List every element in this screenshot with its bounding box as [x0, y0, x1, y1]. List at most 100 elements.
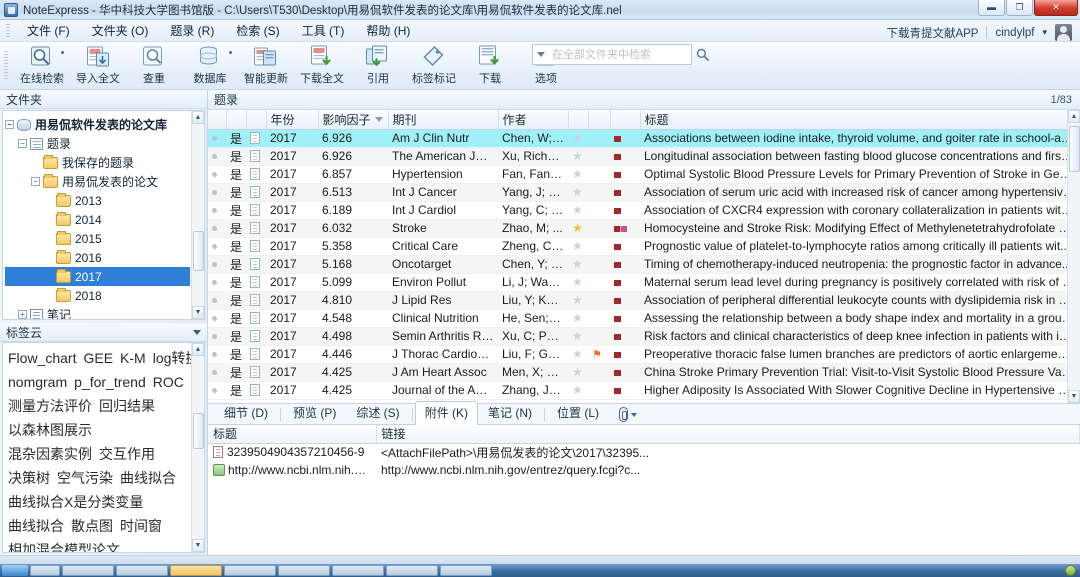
color-marker-icon[interactable] [610, 381, 640, 399]
color-marker-icon[interactable] [610, 129, 640, 147]
color-marker-icon[interactable] [610, 165, 640, 183]
scroll-up-arrow[interactable]: ▲ [192, 111, 204, 124]
search-scope-dropdown-icon[interactable] [537, 52, 545, 57]
detail-tab[interactable]: 预览 (P) [283, 401, 346, 424]
records-scroll-down-arrow[interactable]: ▼ [1068, 390, 1080, 403]
toolbar-button-find-duplicates[interactable]: 查重 [126, 43, 182, 89]
toolbar-button-database[interactable]: 数据库 [182, 43, 238, 89]
star-icon[interactable]: ★ [568, 345, 588, 363]
tag-cloud-item[interactable]: GEE [83, 350, 113, 366]
tag-cloud-item[interactable]: K-M [120, 350, 146, 366]
attachment-title[interactable]: 3239504904357210456-9 [208, 443, 376, 461]
avatar[interactable] [1055, 24, 1072, 41]
document-icon[interactable] [246, 165, 266, 183]
taskbar-item[interactable] [62, 565, 114, 576]
color-marker-icon[interactable] [610, 291, 640, 309]
color-marker-icon[interactable] [610, 327, 640, 345]
attachments-list[interactable]: 标题 链接 3239504904357210456-9<AttachFilePa… [208, 425, 1080, 555]
toolbar-button-smart-update[interactable]: 智能更新 [238, 43, 294, 89]
menu-item[interactable]: 文件 (F) [16, 20, 81, 41]
detail-tab[interactable]: 附件 (K) [415, 401, 478, 425]
tag-cloud-item[interactable]: 曲线拟合 [8, 518, 64, 534]
col-impact-factor[interactable]: 影响因子 [318, 110, 388, 129]
col-read[interactable] [226, 110, 246, 129]
toolbar-button-tag-mark[interactable]: 标签标记 [406, 43, 462, 89]
col-flag[interactable] [588, 110, 610, 129]
color-marker-icon[interactable] [610, 237, 640, 255]
document-icon[interactable] [246, 237, 266, 255]
flag-icon[interactable] [588, 237, 610, 255]
star-icon[interactable]: ★ [568, 327, 588, 345]
detail-tab[interactable]: 细节 (D) [214, 401, 278, 424]
star-icon[interactable]: ★ [568, 183, 588, 201]
document-icon[interactable] [246, 345, 266, 363]
taskbar-item[interactable] [332, 565, 384, 576]
star-icon[interactable]: ★ [568, 273, 588, 291]
document-icon[interactable] [246, 147, 266, 165]
table-row[interactable]: 是20176.513Int J CancerYang, J; W...★Asso… [208, 183, 1080, 201]
flag-icon[interactable] [588, 165, 610, 183]
tree-node[interactable]: 2014 [5, 210, 190, 229]
color-marker-icon[interactable] [610, 363, 640, 381]
tag-scroll-down-arrow[interactable]: ▼ [192, 539, 204, 552]
tag-cloud-item[interactable]: 相加混合模型论文 [8, 542, 120, 553]
flag-icon[interactable] [588, 327, 610, 345]
table-row[interactable]: 是20175.358Critical CareZheng, Ch...★Prog… [208, 237, 1080, 255]
attachment-menu-button[interactable] [619, 407, 637, 424]
scroll-down-arrow[interactable]: ▼ [192, 306, 204, 319]
search-box[interactable] [532, 44, 692, 65]
tree-expand-icon[interactable]: + [18, 310, 27, 319]
toolbar-button-download[interactable]: 下载 [462, 43, 518, 89]
table-row[interactable]: 是20175.099Environ PollutLi, J; Wang...★M… [208, 273, 1080, 291]
flag-icon[interactable] [588, 255, 610, 273]
document-icon[interactable] [246, 273, 266, 291]
folder-tree[interactable]: −用易侃软件发表的论文库−题录我保存的题录−用易侃发表的论文2013201420… [2, 110, 205, 320]
color-marker-icon[interactable] [610, 219, 640, 237]
star-icon[interactable]: ★ [568, 255, 588, 273]
tree-node[interactable]: −题录 [5, 134, 190, 153]
tree-node[interactable]: 2015 [5, 229, 190, 248]
tree-node[interactable]: 2018 [5, 286, 190, 305]
tag-cloud-item[interactable]: ROC [153, 374, 184, 390]
start-button[interactable] [2, 565, 28, 576]
tag-scroll-up-arrow[interactable]: ▲ [192, 343, 204, 356]
menu-item[interactable]: 工具 (T) [291, 20, 356, 41]
tray-icon[interactable] [1065, 565, 1076, 576]
col-doc[interactable] [246, 110, 266, 129]
tree-node[interactable]: 2016 [5, 248, 190, 267]
tree-collapse-icon[interactable]: − [5, 120, 14, 129]
taskbar-item[interactable] [116, 565, 168, 576]
document-icon[interactable] [246, 129, 266, 147]
detail-tab[interactable]: 综述 (S) [346, 401, 409, 424]
tag-cloud-item[interactable]: 曲线拟合X是分类变量 [8, 494, 143, 510]
star-icon[interactable]: ★ [568, 201, 588, 219]
records-table-container[interactable]: 年份 影响因子 期刊 作者 标题 [208, 110, 1080, 403]
search-input[interactable] [550, 48, 696, 62]
att-col-link[interactable]: 链接 [376, 425, 1080, 443]
toolbar-button-download-fulltext[interactable]: 下载全文 [294, 43, 350, 89]
col-color[interactable] [610, 110, 640, 129]
col-author[interactable]: 作者 [498, 110, 568, 129]
color-marker-icon[interactable] [610, 147, 640, 165]
tag-cloud-item[interactable]: 混杂因素实例 [8, 446, 92, 462]
toolbar-button-import-fulltext[interactable]: 导入全文 [70, 43, 126, 89]
tree-node[interactable]: +笔记 [5, 305, 190, 320]
table-row[interactable]: 是20174.425J Am Heart AssocMen, X; Su...★… [208, 363, 1080, 381]
star-icon[interactable]: ★ [568, 291, 588, 309]
table-row[interactable]: 是20174.498Semin Arthritis Rh...Xu, C; Pe… [208, 327, 1080, 345]
document-icon[interactable] [246, 309, 266, 327]
scroll-thumb[interactable] [193, 231, 204, 271]
table-row[interactable]: 是20174.548Clinical NutritionHe, Sen; Z..… [208, 309, 1080, 327]
menu-item[interactable]: 文件夹 (O) [81, 20, 160, 41]
taskbar-item[interactable] [386, 565, 438, 576]
chevron-down-icon[interactable] [631, 413, 637, 417]
tag-cloud-item[interactable]: 交互作用 [99, 446, 155, 462]
tree-node[interactable]: 我保存的题录 [5, 153, 190, 172]
close-button[interactable]: ✕ [1034, 0, 1078, 16]
document-icon[interactable] [246, 219, 266, 237]
star-icon[interactable]: ★ [568, 381, 588, 399]
detail-tab[interactable]: 位置 (L) [547, 401, 609, 424]
document-icon[interactable] [246, 327, 266, 345]
tag-cloud-item[interactable]: 散点图 [71, 518, 113, 534]
document-icon[interactable] [246, 381, 266, 399]
